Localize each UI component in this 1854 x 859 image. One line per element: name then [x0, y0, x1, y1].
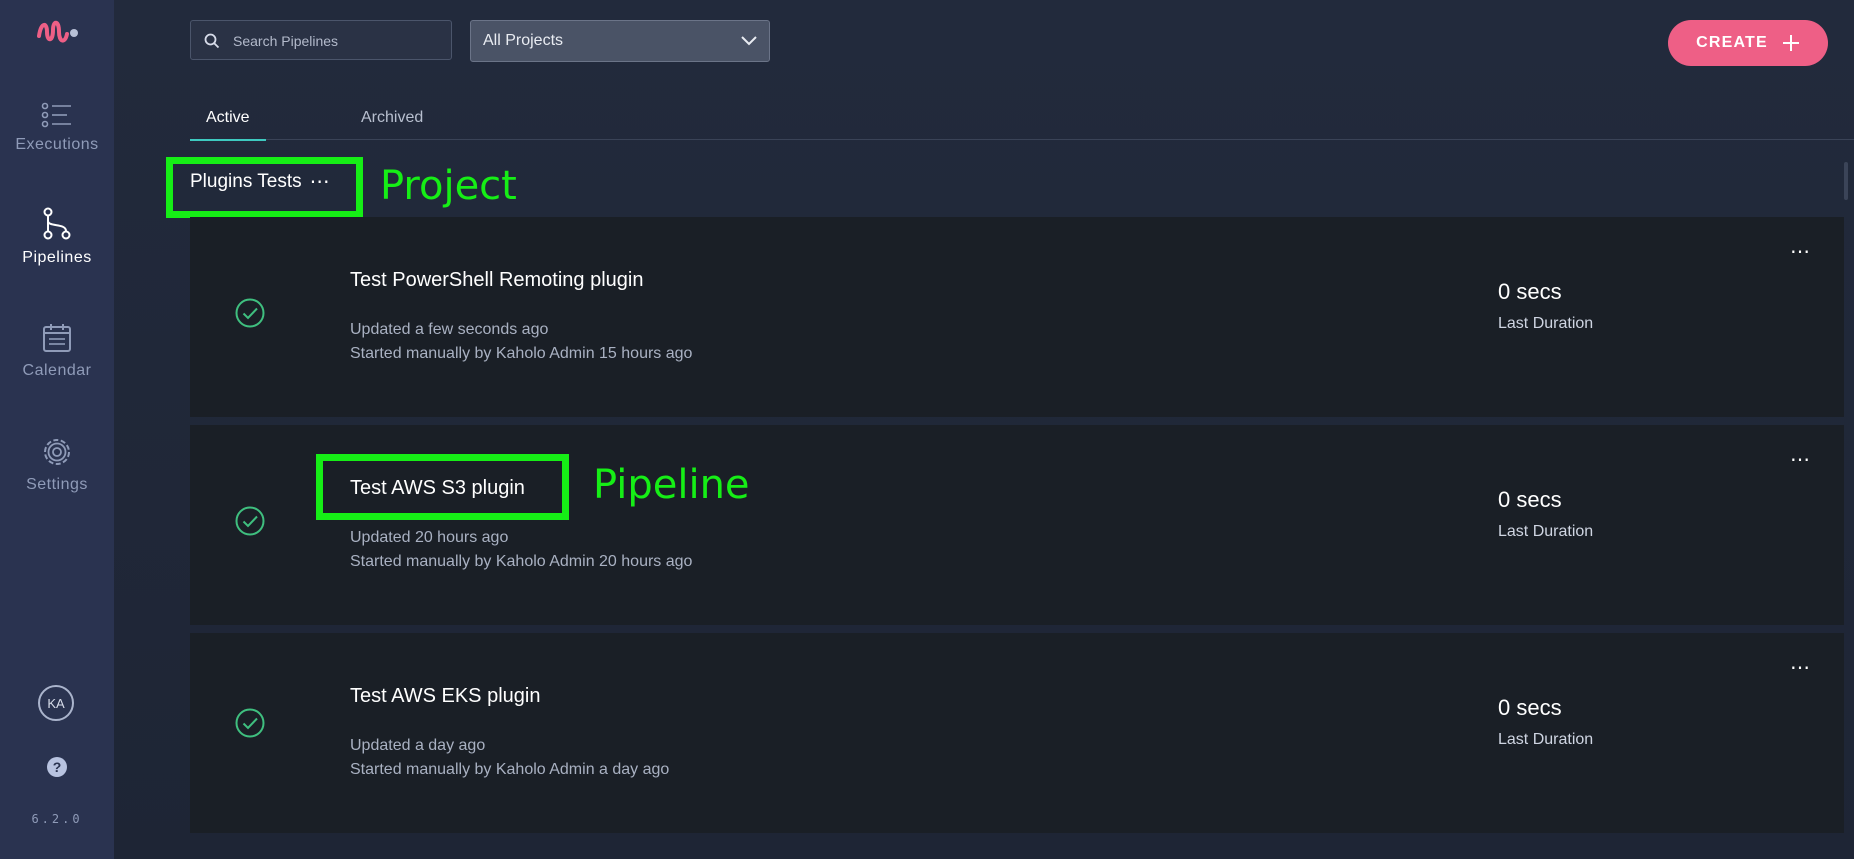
success-check-icon: [235, 708, 265, 738]
create-button[interactable]: CREATE: [1668, 20, 1828, 66]
calendar-icon: [43, 324, 71, 352]
pipeline-annotation-label: Pipeline: [593, 462, 750, 508]
search-icon: [204, 33, 220, 49]
chevron-down-icon: [741, 36, 757, 46]
avatar[interactable]: KA: [38, 685, 74, 721]
pipeline-duration: 0 secs: [1498, 487, 1562, 512]
pipeline-duration-label: Last Duration: [1498, 523, 1594, 540]
main-content: All Projects CREATE Active Archived Plug…: [114, 0, 1854, 859]
more-options-icon[interactable]: ⋯: [1790, 655, 1810, 680]
executions-icon: [41, 102, 71, 128]
success-check-icon: [235, 506, 265, 536]
more-options-icon[interactable]: ⋯: [1790, 239, 1810, 264]
pipeline-updated: Updated a day ago: [350, 737, 486, 754]
search-input[interactable]: [231, 21, 445, 61]
create-button-label: CREATE: [1696, 34, 1768, 51]
pipeline-title[interactable]: Test AWS EKS plugin: [350, 685, 540, 708]
sidebar-item-label: Executions: [15, 136, 99, 153]
svg-text:?: ?: [53, 759, 62, 775]
success-check-icon: [235, 298, 265, 328]
project-filter-select[interactable]: All Projects: [470, 20, 770, 62]
sidebar-item-pipelines[interactable]: Pipelines: [0, 207, 114, 267]
search-box[interactable]: [190, 20, 452, 61]
kaholo-logo[interactable]: [35, 14, 79, 48]
tab-active[interactable]: Active: [190, 109, 266, 141]
tab-archived[interactable]: Archived: [361, 109, 423, 127]
pipeline-updated: Updated a few seconds ago: [350, 321, 549, 338]
pipeline-started: Started manually by Kaholo Admin 20 hour…: [350, 553, 693, 570]
more-options-icon[interactable]: ⋯: [1790, 447, 1810, 472]
pipeline-duration-label: Last Duration: [1498, 315, 1594, 332]
pipeline-card[interactable]: Test AWS EKS plugin Updated a day ago St…: [190, 633, 1844, 833]
sidebar-item-executions[interactable]: Executions: [0, 102, 114, 154]
sidebar: Executions Pipelines Calendar Settings K: [0, 0, 114, 859]
pipeline-duration: 0 secs: [1498, 695, 1562, 720]
tab-bar: Active Archived: [190, 95, 1854, 141]
sidebar-item-label: Calendar: [22, 362, 92, 379]
project-annotation-box: [166, 157, 363, 218]
pipeline-duration: 0 secs: [1498, 279, 1562, 304]
sidebar-item-label: Pipelines: [22, 249, 92, 266]
pipeline-started: Started manually by Kaholo Admin a day a…: [350, 761, 670, 778]
pipeline-title[interactable]: Test PowerShell Remoting plugin: [350, 269, 644, 292]
sidebar-item-settings[interactable]: Settings: [0, 436, 114, 494]
sidebar-item-calendar[interactable]: Calendar: [0, 322, 114, 380]
plus-icon: [1782, 35, 1799, 51]
gear-icon: [44, 439, 70, 465]
pipeline-updated: Updated 20 hours ago: [350, 529, 509, 546]
pipeline-started: Started manually by Kaholo Admin 15 hour…: [350, 345, 693, 362]
pipeline-duration-label: Last Duration: [1498, 731, 1594, 748]
project-filter-value: All Projects: [483, 32, 564, 49]
pipelines-icon: [43, 207, 71, 240]
pipeline-card[interactable]: Test PowerShell Remoting plugin Updated …: [190, 217, 1844, 417]
project-annotation-label: Project: [380, 163, 517, 209]
sidebar-item-label: Settings: [26, 476, 88, 493]
scrollbar[interactable]: [1844, 162, 1848, 200]
app-version: 6.2.0: [31, 812, 83, 826]
help-icon[interactable]: ?: [46, 756, 68, 778]
pipeline-annotation-box: [316, 454, 569, 520]
